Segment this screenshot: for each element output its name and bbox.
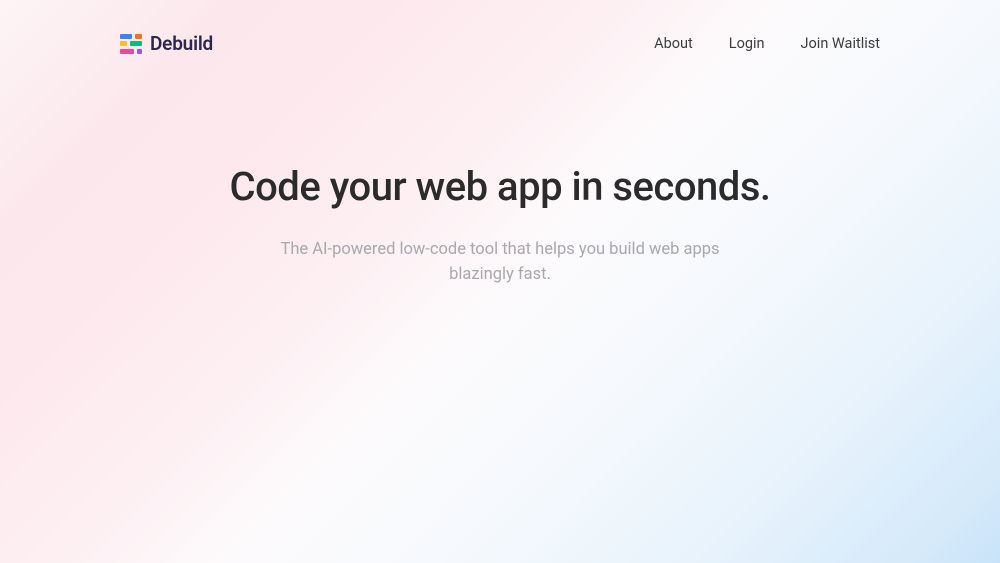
nav-join-waitlist[interactable]: Join Waitlist [801,35,880,52]
hero-title: Code your web app in seconds. [40,163,960,210]
logo-icon [120,34,142,54]
nav-about[interactable]: About [654,35,693,52]
nav-login[interactable]: Login [729,35,765,52]
hero: Code your web app in seconds. The AI-pow… [0,163,1000,288]
brand-name: Debuild [150,32,213,55]
hero-subtitle: The AI-powered low-code tool that helps … [260,238,740,288]
header: Debuild About Login Join Waitlist [0,0,1000,55]
brand-logo[interactable]: Debuild [120,32,213,55]
nav: About Login Join Waitlist [654,35,880,52]
